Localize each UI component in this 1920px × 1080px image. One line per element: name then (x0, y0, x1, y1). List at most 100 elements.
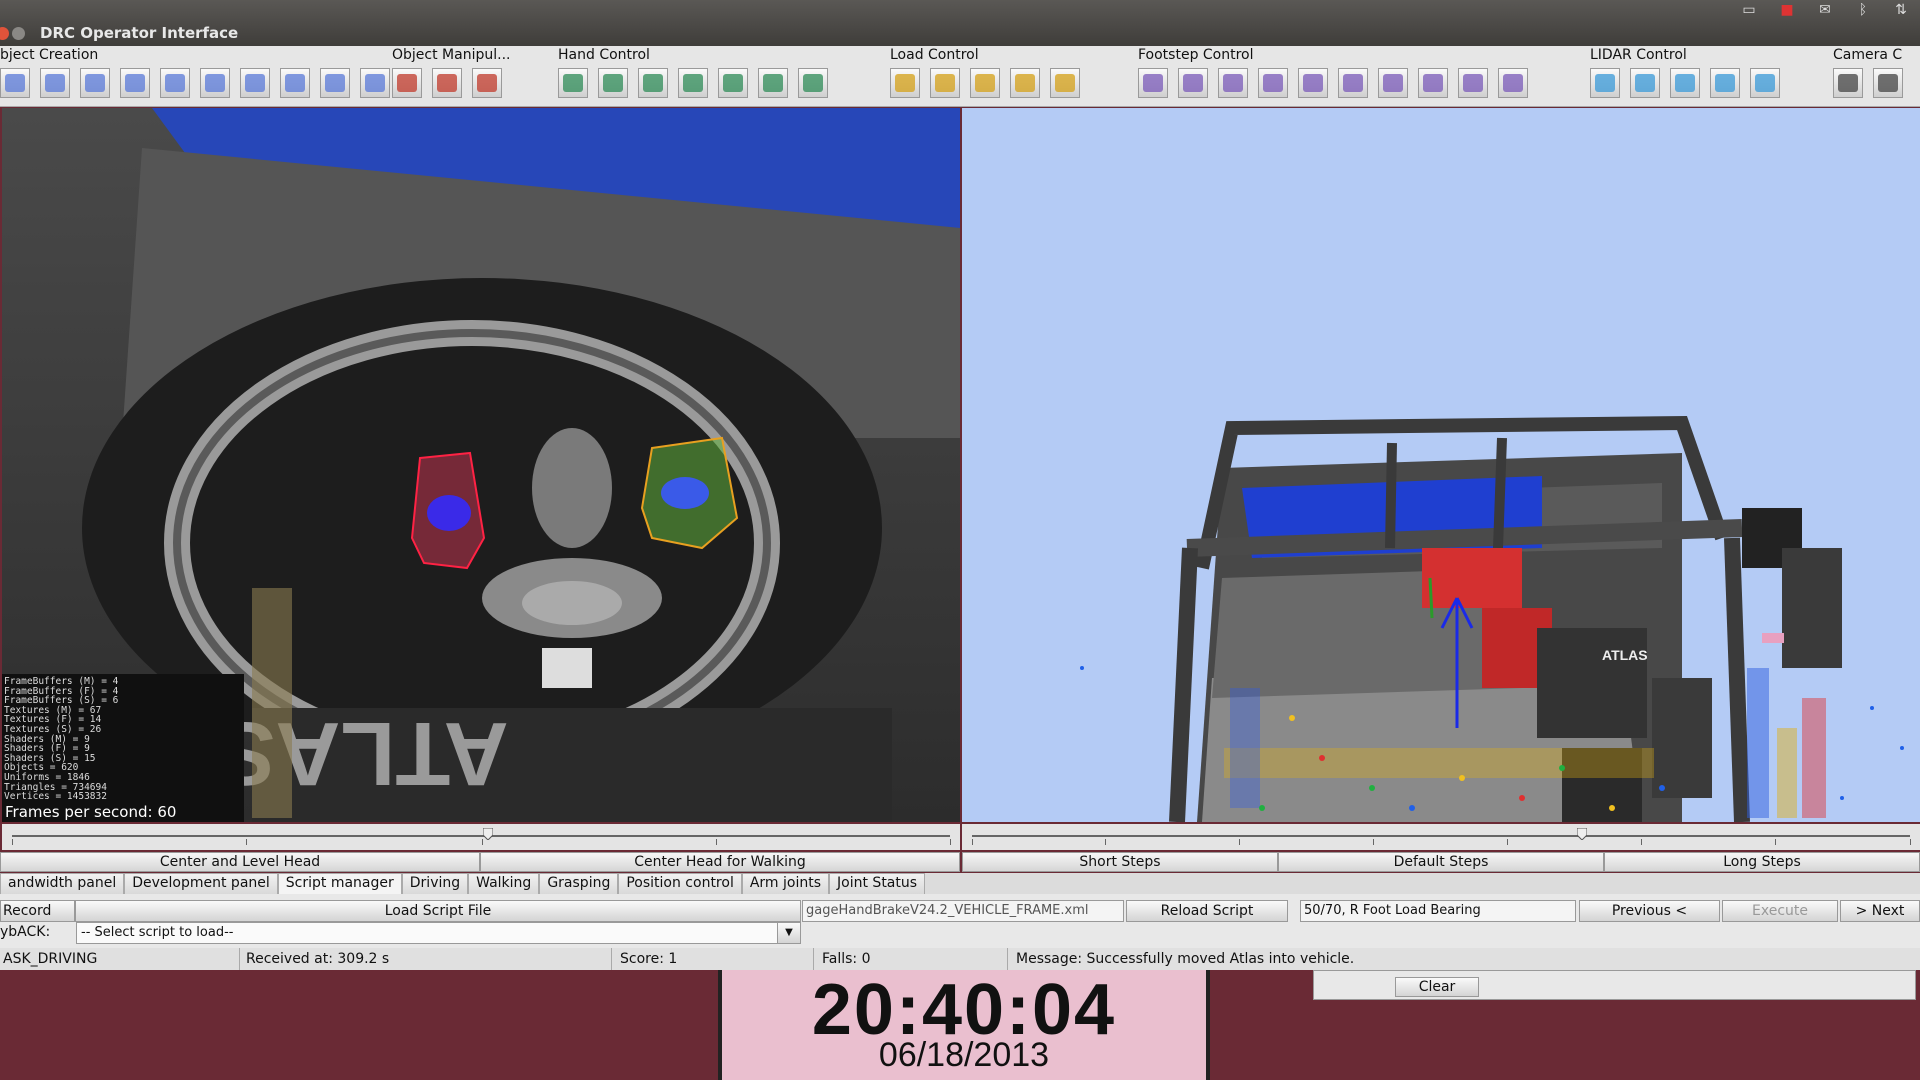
place-hand-icon[interactable] (798, 68, 828, 98)
close-window-button[interactable] (0, 27, 9, 40)
head-slider-track[interactable] (12, 835, 950, 837)
camera-icon[interactable] (1873, 68, 1903, 98)
grid-icon[interactable] (80, 68, 110, 98)
tab-item[interactable]: Joint Status (829, 873, 926, 894)
system-tray: ▭ ■ ✉ ᛒ ⇅ (1738, 2, 1912, 18)
default-steps-button[interactable]: Default Steps (1278, 852, 1604, 872)
tab-item[interactable]: Driving (401, 873, 469, 894)
script-select-dropdown[interactable]: ▼ (777, 922, 801, 944)
load3-icon[interactable] (1010, 68, 1040, 98)
box-icon[interactable] (0, 68, 30, 98)
home-hand-icon[interactable] (678, 68, 708, 98)
bluetooth-icon[interactable]: ᛒ (1852, 2, 1874, 18)
turn-icon[interactable] (1458, 68, 1488, 98)
center-level-head-button[interactable]: Center and Level Head (0, 852, 480, 872)
place-icon[interactable] (558, 68, 588, 98)
head-slider-thumb[interactable] (483, 828, 493, 840)
load-icon[interactable] (890, 68, 920, 98)
reload-script-button[interactable]: Reload Script (1126, 900, 1288, 922)
step-slider-track[interactable] (972, 835, 1910, 837)
tab-item[interactable]: Walking (468, 873, 540, 894)
footstep-delete-icon[interactable] (1378, 68, 1408, 98)
eye-icon[interactable] (1833, 68, 1863, 98)
lidar-clear2-icon[interactable] (1710, 68, 1740, 98)
minimize-window-button[interactable] (12, 27, 25, 40)
step-slider-thumb[interactable] (1577, 828, 1587, 840)
next-button[interactable]: > Next (1840, 900, 1920, 922)
valve-icon[interactable] (360, 68, 390, 98)
open-hand-icon[interactable] (758, 68, 788, 98)
clear-button[interactable]: Clear (1395, 977, 1479, 997)
short-steps-button[interactable]: Short Steps (962, 852, 1278, 872)
footstep5-icon[interactable] (1338, 68, 1368, 98)
record-button[interactable]: Record (0, 900, 75, 922)
center-head-walking-button[interactable]: Center Head for Walking (480, 852, 960, 872)
lidar-disable-icon[interactable] (1630, 68, 1660, 98)
tab-item[interactable]: Grasping (539, 873, 619, 894)
network-icon[interactable]: ⇅ (1890, 2, 1912, 18)
tab-item[interactable]: Position control (618, 873, 742, 894)
fps-readout: Frames per second: 60 (5, 803, 177, 821)
mail-icon[interactable]: ✉ (1814, 2, 1836, 18)
message-status: Message: Successfully moved Atlas into v… (1016, 951, 1355, 967)
lidar-enable-icon[interactable] (1590, 68, 1620, 98)
close-hand-icon[interactable] (598, 68, 628, 98)
lidar-clear-icon[interactable] (1670, 68, 1700, 98)
tab-item[interactable]: Development panel (124, 873, 278, 894)
toolbar-group-label: Object Manipul... (392, 47, 511, 63)
footstep-grid-icon[interactable] (1298, 68, 1328, 98)
load4-icon[interactable] (1050, 68, 1080, 98)
footstep-icon[interactable] (1138, 68, 1168, 98)
chevron-down-icon: ▼ (785, 927, 793, 938)
keyboard-icon[interactable]: ▭ (1738, 2, 1760, 18)
step-preset-row: Short Steps Default Steps Long Steps (962, 852, 1920, 872)
vehicle-icon[interactable] (120, 68, 150, 98)
long-steps-button[interactable]: Long Steps (1604, 852, 1920, 872)
tab-item[interactable]: andwidth panel (0, 873, 125, 894)
toolbar-group-label: bject Creation (0, 47, 99, 63)
tab-item[interactable]: Script manager (277, 873, 402, 894)
footstep2-icon[interactable] (1178, 68, 1208, 98)
battery-icon[interactable]: ■ (1776, 2, 1798, 18)
footstep4-icon[interactable] (1258, 68, 1288, 98)
step-slider[interactable] (962, 824, 1920, 850)
table-icon[interactable] (280, 68, 310, 98)
stats-line: Vertices = 1453832 (4, 791, 107, 803)
align-icon[interactable] (472, 68, 502, 98)
title-bar: DRC Operator Interface ▭ ■ ✉ ᛒ ⇅ (0, 0, 1920, 46)
footstep3-icon[interactable] (1218, 68, 1248, 98)
previous-button[interactable]: Previous < (1579, 900, 1720, 922)
clock-time: 20:40:04 (811, 970, 1117, 1050)
ring-icon[interactable] (240, 68, 270, 98)
bump-load-icon[interactable] (970, 68, 1000, 98)
toolbar-group-label: LIDAR Control (1590, 47, 1687, 63)
lidar-black-icon[interactable] (1750, 68, 1780, 98)
head-preset-row: Center and Level Head Center Head for Wa… (0, 852, 960, 872)
script-select[interactable]: -- Select script to load-- (76, 922, 801, 944)
bump-icon[interactable] (1498, 68, 1528, 98)
vehicle2-icon[interactable] (200, 68, 230, 98)
scene-3d-view[interactable]: ATLAS (962, 108, 1920, 822)
update-icon[interactable] (160, 68, 190, 98)
grasp-icon[interactable] (718, 68, 748, 98)
load2-icon[interactable] (930, 68, 960, 98)
toolbar-group-label: Camera C (1833, 47, 1903, 63)
tab-item[interactable]: Arm joints (741, 873, 830, 894)
clock-overlay: 20:40:04 06/18/2013 (718, 970, 1210, 1080)
toolbar-group-label: Load Control (890, 47, 979, 63)
drill-icon[interactable] (320, 68, 350, 98)
toolbar-group-label: Footstep Control (1138, 47, 1254, 63)
render-stats-panel: FrameBuffers (M) = 4 FrameBuffers (F) = 4… (2, 674, 244, 822)
execute-button[interactable]: Execute (1722, 900, 1838, 922)
script-file-field: gageHandBrakeV24.2_VEHICLE_FRAME.xml (802, 900, 1124, 922)
select-box-icon[interactable] (432, 68, 462, 98)
message-panel: Clear (1313, 970, 1916, 1000)
snap-icon[interactable] (1418, 68, 1448, 98)
load-script-button[interactable]: Load Script File (75, 900, 801, 922)
head-slider[interactable] (2, 824, 960, 850)
toolbar-group-label: Hand Control (558, 47, 650, 63)
move-icon[interactable] (392, 68, 422, 98)
blank-icon[interactable] (638, 68, 668, 98)
cube-icon[interactable] (40, 68, 70, 98)
camera-view[interactable]: ATLAS FrameBuffers (M) = 4 FrameBuffers (… (2, 108, 960, 822)
